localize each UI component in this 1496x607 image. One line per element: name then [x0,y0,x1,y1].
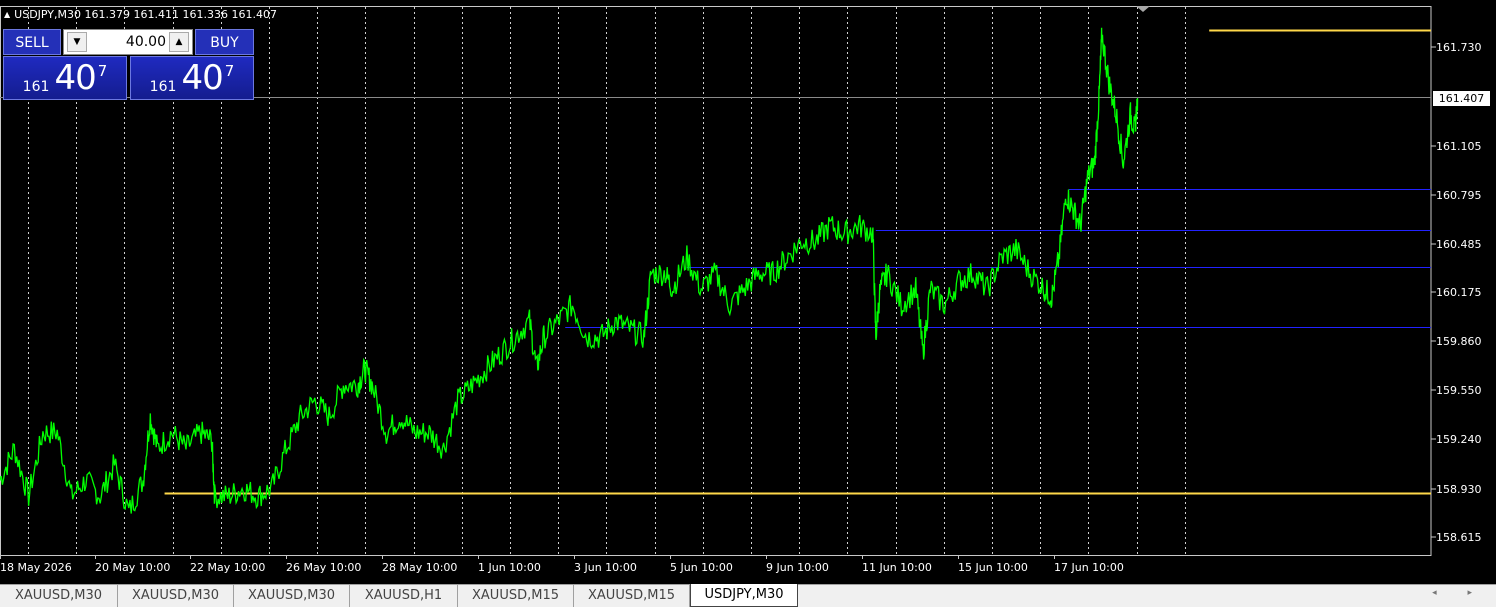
tab-xauusd-m15-1[interactable]: XAUUSD,M15 [458,585,574,607]
y-tick-label: 159.860 [1436,335,1482,348]
current-price-badge: 161.407 [1433,91,1490,106]
buy-price-main: 40 [181,58,224,98]
y-tick-label: 159.240 [1436,433,1482,446]
tab-xauusd-m30-1[interactable]: XAUUSD,M30 [0,585,118,607]
tab-xauusd-h1[interactable]: XAUUSD,H1 [350,585,458,607]
sell-price-point: 7 [97,62,108,80]
lot-size-input[interactable] [90,31,166,53]
y-tick-label: 158.930 [1436,483,1482,496]
y-tick-label: 160.175 [1436,286,1482,299]
x-tick-label: 5 Jun 10:00 [670,561,733,574]
buy-price-prefix: 161 [149,79,177,95]
chart-shift-marker-icon [1136,6,1150,12]
y-tick-label: 160.795 [1436,189,1482,202]
arrow-down-icon: ▼ [73,37,81,47]
tab-xauusd-m30-2[interactable]: XAUUSD,M30 [118,585,234,607]
buy-price-point: 7 [224,62,235,80]
x-tick-label: 18 May 2026 [0,561,72,574]
tab-xauusd-m30-3[interactable]: XAUUSD,M30 [234,585,350,607]
x-tick-label: 20 May 10:00 [95,561,170,574]
symbol-quote-line: USDJPY,M30 161.379 161.411 161.336 161.4… [14,8,277,21]
y-tick-label: 161.105 [1436,140,1482,153]
collapse-triangle-icon[interactable]: ▲ [4,10,10,19]
one-click-trading-panel: SELL ▼ ▲ BUY 161 407 161 407 [3,29,254,100]
sell-price-main: 40 [54,58,97,98]
lot-size-box: ▼ ▲ [63,29,193,55]
x-tick-label: 3 Jun 10:00 [574,561,637,574]
x-tick-label: 11 Jun 10:00 [862,561,932,574]
y-tick-label: 160.485 [1436,238,1482,251]
tab-xauusd-m15-2[interactable]: XAUUSD,M15 [574,585,690,607]
lot-increase-button[interactable]: ▲ [169,32,189,52]
y-tick-label: 161.730 [1436,41,1482,54]
chart-area[interactable]: 161.730 161.105 160.795 160.485 160.175 159.8… [0,0,1496,584]
tab-scroll-arrows-icon[interactable]: ◂ ▸ [1432,588,1486,598]
x-tick-label: 17 Jun 10:00 [1054,561,1124,574]
x-tick-label: 22 May 10:00 [190,561,265,574]
buy-button[interactable]: BUY [195,29,254,55]
x-tick-label: 26 May 10:00 [286,561,361,574]
y-tick-label: 159.550 [1436,384,1482,397]
x-tick-label: 1 Jun 10:00 [478,561,541,574]
lot-decrease-button[interactable]: ▼ [67,32,87,52]
buy-price-box[interactable]: 161 40 7 [130,56,254,100]
chart-title: ▲ USDJPY,M30 161.379 161.411 161.336 161.… [4,8,277,21]
sell-button[interactable]: SELL [3,29,61,55]
sell-price-box[interactable]: 161 40 7 [3,56,127,100]
x-tick-label: 9 Jun 10:00 [766,561,829,574]
arrow-up-icon: ▲ [175,37,183,47]
x-tick-label: 28 May 10:00 [382,561,457,574]
y-tick-label: 158.615 [1436,531,1482,544]
sell-price-prefix: 161 [22,79,50,95]
x-tick-label: 15 Jun 10:00 [958,561,1028,574]
chart-tab-bar: XAUUSD,M30 XAUUSD,M30 XAUUSD,M30 XAUUSD,… [0,584,1496,607]
tab-usdjpy-m30[interactable]: USDJPY,M30 [690,584,798,607]
price-line [0,27,1139,514]
